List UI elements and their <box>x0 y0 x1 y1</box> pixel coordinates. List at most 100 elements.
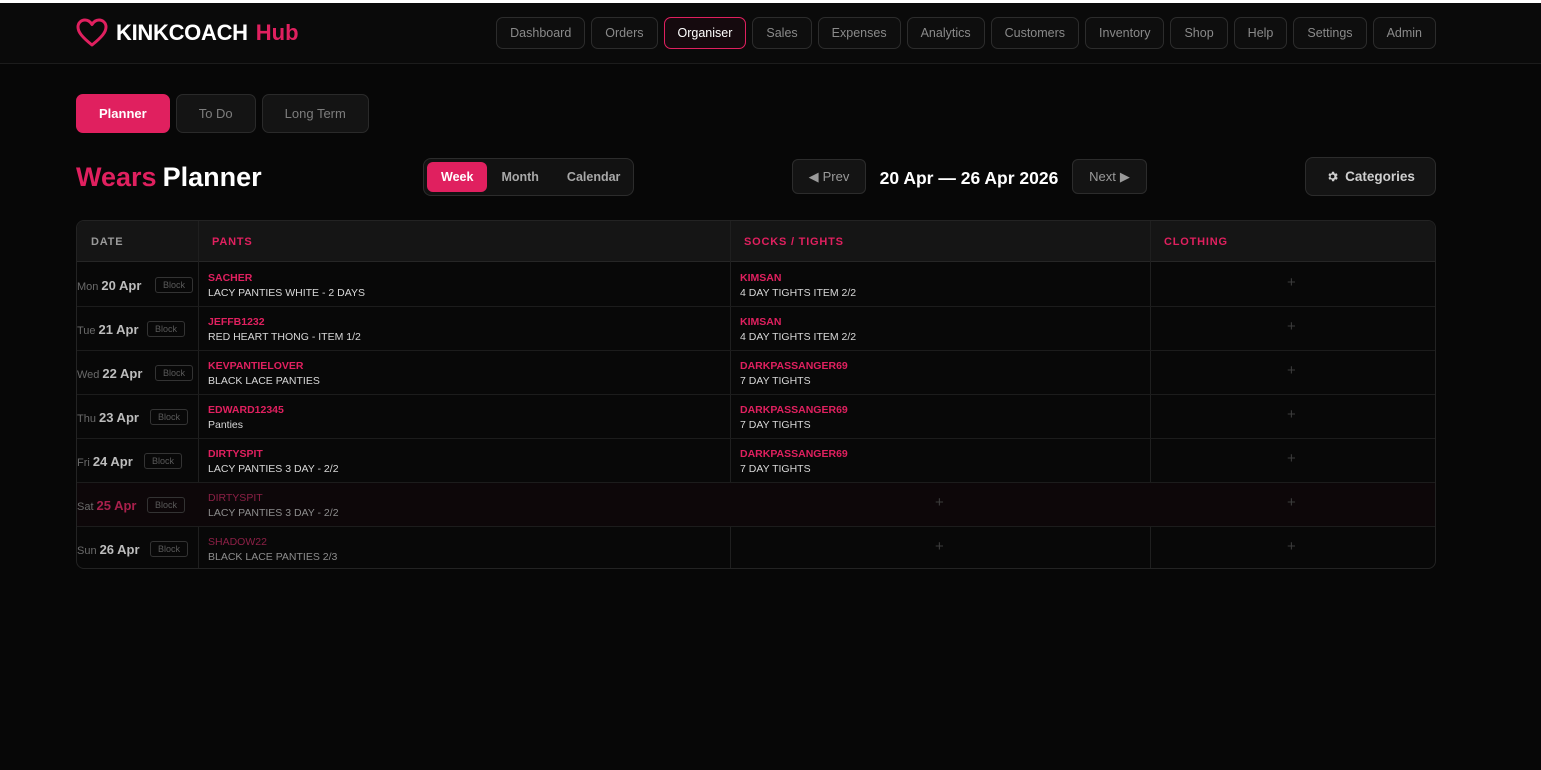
next-week-button[interactable]: Next ▶ <box>1072 159 1147 194</box>
customer-name: SACHER <box>208 272 253 284</box>
pants-cell[interactable]: KEVPANTIELOVER BLACK LACE PANTIES <box>208 359 320 389</box>
row-day-number: 21 Apr <box>98 322 139 337</box>
row-date: Fri 24 Apr <box>77 454 133 469</box>
date-range: 20 Apr — 26 Apr 2026 <box>879 168 1059 188</box>
socks-cell[interactable]: DARKPASSANGER69 7 DAY TIGHTS <box>740 359 848 389</box>
row-date: Thu 23 Apr <box>77 410 139 425</box>
add-clothing-plus-icon[interactable]: + <box>1287 362 1296 379</box>
item-name: BLACK LACE PANTIES 2/3 <box>208 551 338 563</box>
nav-inventory[interactable]: Inventory <box>1085 17 1165 49</box>
nav-help[interactable]: Help <box>1233 17 1288 49</box>
row-date: Tue 21 Apr <box>77 322 139 337</box>
row-weekday: Sun <box>77 545 97 557</box>
nav-orders[interactable]: Orders <box>591 17 658 49</box>
add-clothing-plus-icon[interactable]: + <box>1287 494 1296 511</box>
gear-icon <box>1328 171 1338 182</box>
customer-name: EDWARD12345 <box>208 404 284 416</box>
customer-name: JEFFB1232 <box>208 316 265 328</box>
row-day-number: 26 Apr <box>99 542 140 557</box>
nav-expenses[interactable]: Expenses <box>817 17 901 49</box>
row-date: Wed 22 Apr <box>77 366 142 381</box>
wears-planner-table: DATE PANTS SOCKS / TIGHTS CLOTHING Mon 20… <box>76 220 1436 569</box>
add-socks-plus-icon[interactable]: + <box>935 538 944 555</box>
pants-cell[interactable]: DIRTYSPIT LACY PANTIES 3 DAY - 2/2 <box>208 491 339 521</box>
tab-planner[interactable]: Planner <box>76 94 170 133</box>
block-button[interactable]: Block <box>147 321 186 337</box>
table-row: Thu 23 Apr Block EDWARD12345 Panties DARK… <box>77 395 1435 439</box>
item-name: 4 DAY TIGHTS ITEM 2/2 <box>740 331 857 343</box>
add-clothing-plus-icon[interactable]: + <box>1287 450 1296 467</box>
nav-analytics[interactable]: Analytics <box>906 17 985 49</box>
categories-label: Categories <box>1345 169 1415 184</box>
block-button[interactable]: Block <box>155 365 194 381</box>
table-row: Sun 26 Apr Block SHADOW22 BLACK LACE PANT… <box>77 527 1435 568</box>
prev-week-button[interactable]: ◀ Prev <box>792 159 866 194</box>
organiser-subtabs: Planner To Do Long Term <box>76 94 369 133</box>
customer-name: SHADOW22 <box>208 536 267 548</box>
block-button[interactable]: Block <box>150 541 189 557</box>
add-clothing-plus-icon[interactable]: + <box>1287 406 1296 423</box>
add-clothing-plus-icon[interactable]: + <box>1287 538 1296 555</box>
row-date: Mon 20 Apr <box>77 278 141 293</box>
customer-name: DARKPASSANGER69 <box>740 404 848 416</box>
table-row: Wed 22 Apr Block KEVPANTIELOVER BLACK LAC… <box>77 351 1435 395</box>
column-header-date: DATE <box>91 235 124 248</box>
item-name: 7 DAY TIGHTS <box>740 419 811 431</box>
row-date: Sun 26 Apr <box>77 542 140 557</box>
triangle-right-icon: ▶ <box>1119 168 1130 184</box>
view-week-button[interactable]: Week <box>427 162 488 192</box>
page-title-rest: Planner <box>162 162 262 192</box>
block-button[interactable]: Block <box>155 277 194 293</box>
logo[interactable]: KINKCOACH Hub <box>76 18 299 48</box>
nav-settings[interactable]: Settings <box>1293 17 1367 49</box>
pants-cell[interactable]: SHADOW22 BLACK LACE PANTIES 2/3 <box>208 535 337 565</box>
item-name: BLACK LACE PANTIES <box>208 375 320 387</box>
table-row: Mon 20 Apr Block SACHER LACY PANTIES WHIT… <box>77 263 1435 307</box>
pants-cell[interactable]: EDWARD12345 Panties <box>208 403 284 433</box>
pants-cell[interactable]: JEFFB1232 RED HEART THONG - ITEM 1/2 <box>208 315 361 345</box>
item-name: 7 DAY TIGHTS <box>740 463 811 475</box>
main-nav: Dashboard Orders Organiser Sales Expense… <box>496 17 1436 49</box>
add-socks-plus-icon[interactable]: + <box>935 494 944 511</box>
row-weekday: Wed <box>77 369 100 381</box>
row-weekday: Fri <box>77 457 90 469</box>
table-row: Sat 25 Apr Block DIRTYSPIT LACY PANTIES 3… <box>77 483 1435 527</box>
row-day-number: 23 Apr <box>98 410 139 425</box>
nav-admin[interactable]: Admin <box>1372 17 1436 49</box>
tab-long-term[interactable]: Long Term <box>261 94 369 133</box>
nav-sales[interactable]: Sales <box>752 17 812 49</box>
add-clothing-plus-icon[interactable]: + <box>1287 274 1296 291</box>
tab-to-do[interactable]: To Do <box>175 94 256 133</box>
column-header-socks: SOCKS / TIGHTS <box>744 235 844 248</box>
row-day-number: 22 Apr <box>102 366 143 381</box>
block-button[interactable]: Block <box>150 409 189 425</box>
pants-cell[interactable]: SACHER LACY PANTIES WHITE - 2 DAYS <box>208 271 365 301</box>
item-name: LACY PANTIES WHITE - 2 DAYS <box>208 287 365 299</box>
item-name: Panties <box>208 419 244 431</box>
nav-organiser[interactable]: Organiser <box>663 17 747 49</box>
nav-shop[interactable]: Shop <box>1170 17 1228 49</box>
top-header: KINKCOACH Hub Dashboard Orders Organiser… <box>0 3 1541 64</box>
socks-cell[interactable]: KIMSAN 4 DAY TIGHTS ITEM 2/2 <box>740 315 856 345</box>
row-day-number: 25 Apr <box>96 498 137 513</box>
categories-button[interactable]: Categories <box>1305 157 1436 196</box>
item-name: 4 DAY TIGHTS ITEM 2/2 <box>740 287 857 299</box>
nav-dashboard[interactable]: Dashboard <box>496 17 586 49</box>
column-header-pants: PANTS <box>212 235 253 248</box>
view-calendar-button[interactable]: Calendar <box>553 162 635 192</box>
socks-cell[interactable]: KIMSAN 4 DAY TIGHTS ITEM 2/2 <box>740 271 856 301</box>
item-name: 7 DAY TIGHTS <box>740 375 811 387</box>
customer-name: KIMSAN <box>740 316 782 328</box>
pants-cell[interactable]: DIRTYSPIT LACY PANTIES 3 DAY - 2/2 <box>208 447 339 477</box>
socks-cell[interactable]: DARKPASSANGER69 7 DAY TIGHTS <box>740 403 848 433</box>
brand-name: KINKCOACH <box>116 20 248 45</box>
add-clothing-plus-icon[interactable]: + <box>1287 318 1296 335</box>
view-month-button[interactable]: Month <box>487 162 552 192</box>
socks-cell[interactable]: DARKPASSANGER69 7 DAY TIGHTS <box>740 447 848 477</box>
block-button[interactable]: Block <box>147 497 186 513</box>
block-button[interactable]: Block <box>144 453 183 469</box>
nav-customers[interactable]: Customers <box>990 17 1080 49</box>
row-day-number: 24 Apr <box>92 454 133 469</box>
row-day-number: 20 Apr <box>101 278 142 293</box>
customer-name: DIRTYSPIT <box>208 448 263 460</box>
